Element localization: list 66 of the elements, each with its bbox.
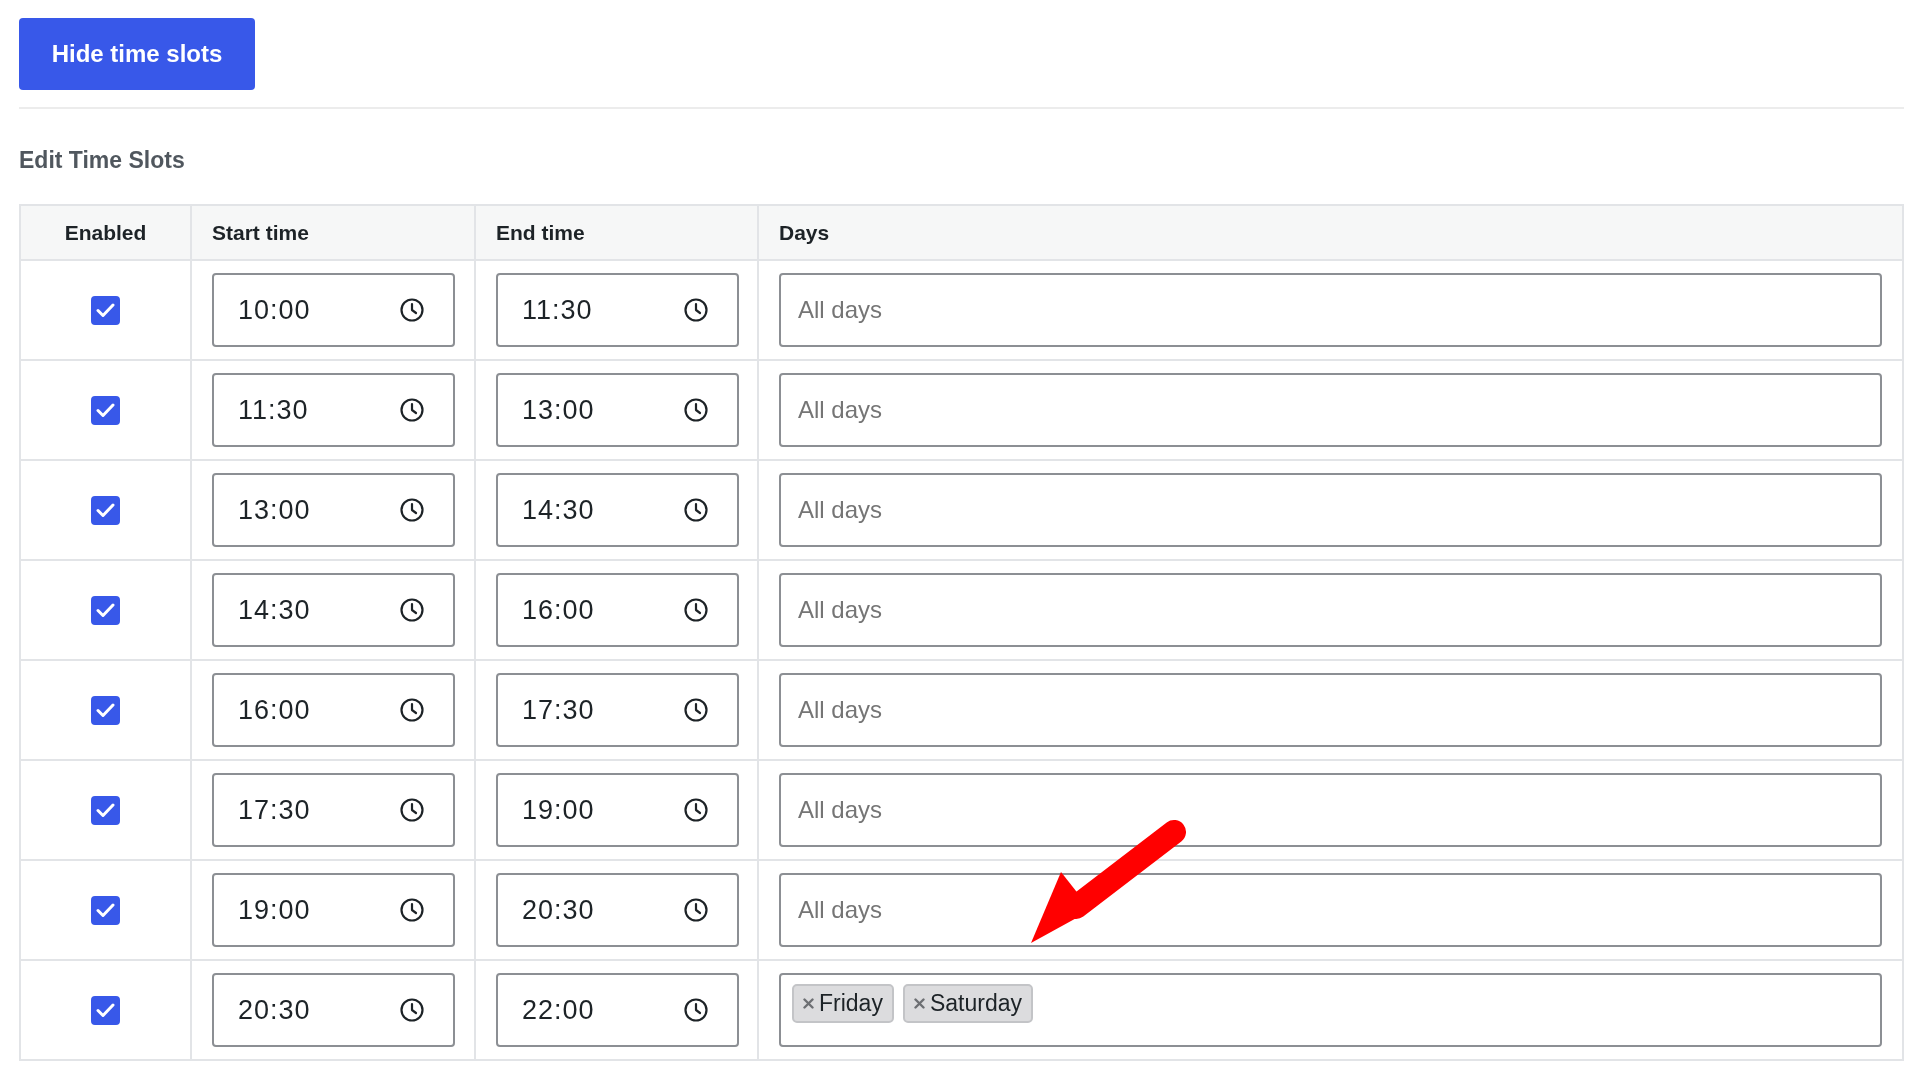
clock-icon (400, 998, 424, 1022)
enabled-checkbox[interactable] (91, 895, 120, 925)
checkmark-icon (96, 702, 115, 718)
column-header: Enabled (20, 205, 191, 260)
enabled-checkbox[interactable] (91, 295, 120, 325)
clock-icon (400, 798, 424, 822)
enabled-checkbox[interactable] (91, 495, 120, 525)
start-time-field[interactable]: 20:30 (212, 973, 455, 1047)
column-header: Start time (191, 205, 475, 260)
clock-icon (684, 498, 708, 522)
column-header: End time (475, 205, 758, 260)
clock-icon (400, 298, 424, 322)
clock-icon (684, 698, 708, 722)
clock-icon (400, 898, 424, 922)
clock-icon (684, 898, 708, 922)
days-field[interactable]: All days (779, 773, 1882, 847)
checkmark-icon (96, 1002, 115, 1018)
start-time-field[interactable]: 10:00 (212, 273, 455, 347)
checkmark-icon (96, 902, 115, 918)
days-field[interactable]: All days (779, 273, 1882, 347)
days-field[interactable]: All days (779, 573, 1882, 647)
days-field[interactable]: Friday Saturday (779, 973, 1882, 1047)
enabled-checkbox[interactable] (91, 795, 120, 825)
hide-time-slots-button[interactable]: Hide time slots (19, 18, 255, 90)
end-time-field[interactable]: 11:30 (496, 273, 739, 347)
end-time-field[interactable]: 20:30 (496, 873, 739, 947)
checkmark-icon (96, 302, 115, 318)
checkmark-icon (96, 502, 115, 518)
enabled-checkbox[interactable] (91, 695, 120, 725)
checkmark-icon (96, 602, 115, 618)
clock-icon (400, 498, 424, 522)
enabled-checkbox[interactable] (91, 595, 120, 625)
clock-icon (684, 998, 708, 1022)
clock-icon (684, 598, 708, 622)
days-field[interactable]: All days (779, 373, 1882, 447)
start-time-field[interactable]: 17:30 (212, 773, 455, 847)
end-time-field[interactable]: 22:00 (496, 973, 739, 1047)
close-icon[interactable] (803, 998, 814, 1009)
column-header: Days (758, 205, 1903, 260)
day-tag-label: Friday (819, 990, 883, 1017)
clock-icon (684, 398, 708, 422)
end-time-field[interactable]: 16:00 (496, 573, 739, 647)
clock-icon (684, 798, 708, 822)
end-time-field[interactable]: 17:30 (496, 673, 739, 747)
days-field[interactable]: All days (779, 673, 1882, 747)
start-time-field[interactable]: 14:30 (212, 573, 455, 647)
days-field[interactable]: All days (779, 473, 1882, 547)
close-icon[interactable] (913, 998, 925, 1009)
clock-icon (400, 598, 424, 622)
start-time-field[interactable]: 11:30 (212, 373, 455, 447)
day-tag-label: Saturday (929, 990, 1022, 1017)
section-title: Edit Time Slots (19, 146, 185, 174)
start-time-field[interactable]: 16:00 (212, 673, 455, 747)
days-field[interactable]: All days (779, 873, 1882, 947)
start-time-field[interactable]: 19:00 (212, 873, 455, 947)
checkmark-icon (96, 402, 115, 418)
start-time-field[interactable]: 13:00 (212, 473, 455, 547)
enabled-checkbox[interactable] (91, 395, 120, 425)
clock-icon (400, 698, 424, 722)
clock-icon (400, 398, 424, 422)
enabled-checkbox[interactable] (91, 995, 120, 1025)
checkmark-icon (96, 802, 115, 818)
end-time-field[interactable]: 14:30 (496, 473, 739, 547)
clock-icon (684, 298, 708, 322)
end-time-field[interactable]: 13:00 (496, 373, 739, 447)
end-time-field[interactable]: 19:00 (496, 773, 739, 847)
